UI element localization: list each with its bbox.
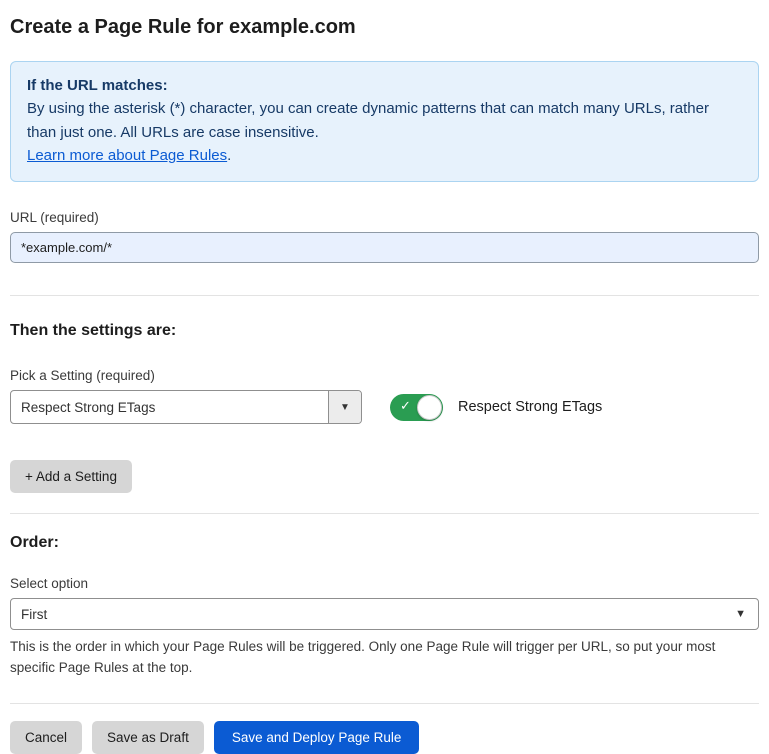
cancel-button[interactable]: Cancel [10, 721, 82, 754]
section-divider [10, 295, 759, 296]
setting-picker-label: Pick a Setting (required) [10, 368, 759, 383]
order-select[interactable]: First ▼ [10, 598, 759, 630]
order-select-label: Select option [10, 576, 759, 591]
link-period: . [227, 147, 231, 164]
toggle-knob [417, 395, 442, 420]
setting-select-value: Respect Strong ETags [11, 391, 328, 423]
check-icon: ✓ [400, 398, 411, 414]
page-title: Create a Page Rule for example.com [10, 16, 759, 39]
order-select-value: First [11, 599, 735, 629]
learn-more-link[interactable]: Learn more about Page Rules [27, 147, 227, 164]
setting-row: Respect Strong ETags ▼ ✓ Respect Strong … [10, 390, 759, 424]
add-setting-button[interactable]: + Add a Setting [10, 460, 132, 493]
section-divider [10, 703, 759, 704]
url-match-info-box: If the URL matches: By using the asteris… [10, 61, 759, 182]
chevron-down-icon: ▼ [735, 599, 758, 629]
section-divider [10, 513, 759, 514]
info-box-heading: If the URL matches: [27, 74, 742, 97]
setting-select[interactable]: Respect Strong ETags ▼ [10, 390, 362, 424]
info-box-body: By using the asterisk (*) character, you… [27, 97, 742, 144]
save-deploy-button[interactable]: Save and Deploy Page Rule [214, 721, 420, 754]
page-rule-form: Create a Page Rule for example.com If th… [0, 0, 769, 754]
order-help-text: This is the order in which your Page Rul… [10, 637, 745, 679]
chevron-down-icon[interactable]: ▼ [328, 391, 361, 423]
info-box-link-line: Learn more about Page Rules. [27, 144, 742, 167]
url-label: URL (required) [10, 210, 759, 225]
order-heading: Order: [10, 534, 759, 552]
toggle-label: Respect Strong ETags [458, 399, 602, 415]
settings-heading: Then the settings are: [10, 322, 759, 340]
url-input[interactable] [10, 232, 759, 263]
setting-toggle[interactable]: ✓ [390, 394, 443, 421]
save-draft-button[interactable]: Save as Draft [92, 721, 204, 754]
form-actions: Cancel Save as Draft Save and Deploy Pag… [10, 721, 759, 754]
